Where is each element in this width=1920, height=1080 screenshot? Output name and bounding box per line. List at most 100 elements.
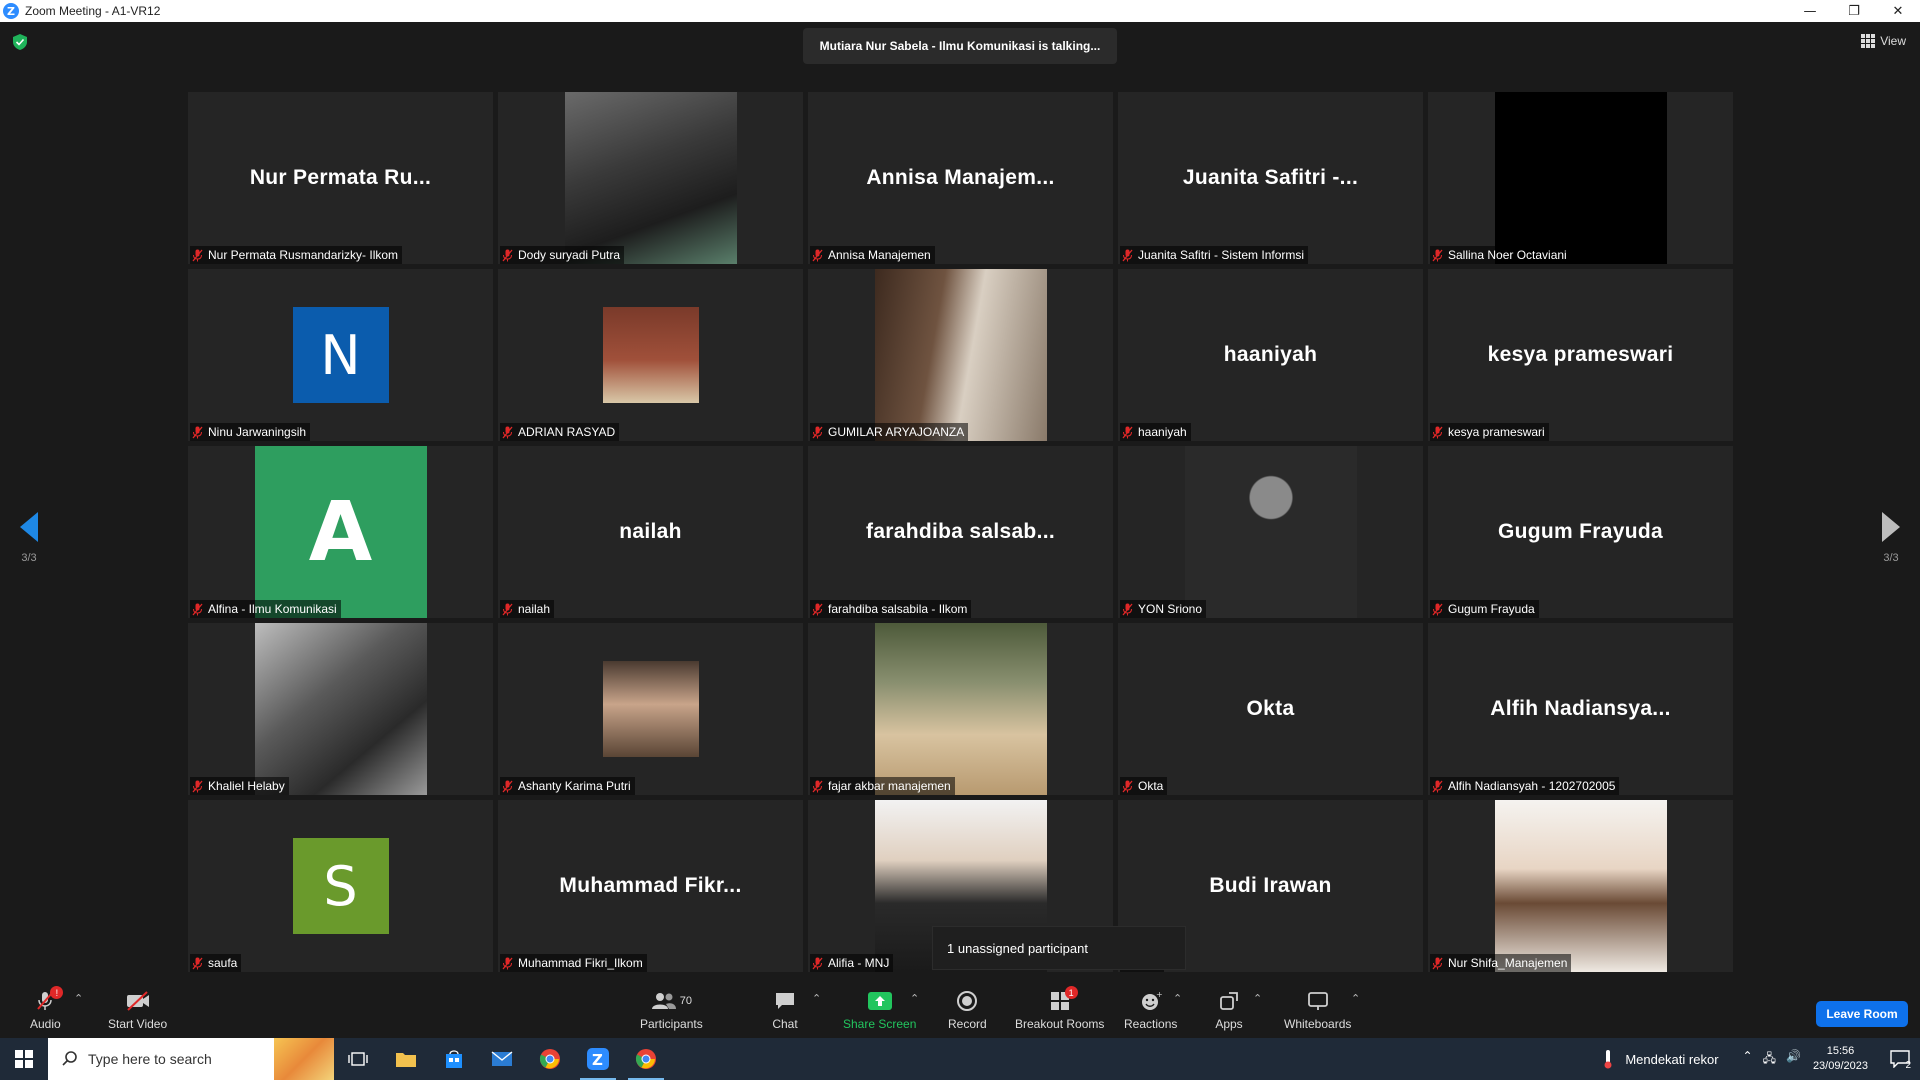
participant-tile[interactable]: YON Sriono (1118, 446, 1423, 618)
participant-tile[interactable]: Okta Okta (1118, 623, 1423, 795)
participant-display-name: Gugum Frayuda (1498, 520, 1663, 543)
record-button[interactable]: Record (948, 990, 987, 1031)
audio-button[interactable]: ! Audio (30, 986, 64, 1031)
taskbar-chrome[interactable] (526, 1038, 574, 1080)
participant-tile[interactable]: kesya prameswari kesya prameswari (1428, 269, 1733, 441)
whiteboards-button[interactable]: Whiteboards (1284, 990, 1351, 1031)
avatar-initial: N (292, 307, 389, 403)
weather-widget[interactable]: Mendekati rekor (1601, 1049, 1719, 1069)
thermometer-icon (1604, 1050, 1612, 1069)
participant-name: Alifia - MNJ (828, 956, 890, 970)
participant-name: Juanita Safitri - Sistem Informsi (1138, 248, 1305, 262)
participant-tile[interactable]: Gugum Frayuda Gugum Frayuda (1428, 446, 1733, 618)
participant-tile[interactable]: GUMILAR ARYAJOANZA (808, 269, 1113, 441)
participant-name: Annisa Manajemen (828, 248, 931, 262)
participant-tile[interactable]: ADRIAN RASYAD (498, 269, 803, 441)
participant-photo (564, 92, 737, 264)
participants-button[interactable]: 70 Participants (640, 990, 703, 1031)
taskbar-clock[interactable]: 15:56 23/09/2023 (1813, 1044, 1868, 1074)
taskbar-search-box[interactable]: Type here to search (48, 1038, 334, 1080)
taskbar-store[interactable] (430, 1038, 478, 1080)
participant-tile[interactable]: Juanita Safitri -... Juanita Safitri - Si… (1118, 92, 1423, 264)
restore-button[interactable]: ❐ (1832, 0, 1876, 22)
view-button[interactable]: View (1861, 34, 1906, 48)
participant-tile[interactable]: haaniyah haaniyah (1118, 269, 1423, 441)
task-view-icon (348, 1052, 368, 1066)
windows-logo-icon (15, 1050, 33, 1068)
participant-tile[interactable]: farahdiba salsab... farahdiba salsabila -… (808, 446, 1113, 618)
reactions-button[interactable]: + Reactions (1124, 990, 1177, 1031)
notification-center-button[interactable]: 2 (1880, 1038, 1920, 1080)
chat-button[interactable]: Chat (771, 990, 799, 1031)
whiteboards-options-caret-icon[interactable]: ⌃ (1351, 992, 1360, 1005)
participant-display-name: Muhammad Fikr... (559, 874, 742, 897)
clock-time: 15:56 (1826, 1045, 1855, 1057)
taskbar-zoom[interactable]: Z (574, 1038, 622, 1080)
apps-label: Apps (1215, 1017, 1243, 1031)
participants-count: 70 (679, 995, 692, 1007)
participant-tile[interactable]: fajar akbar manajemen (808, 623, 1113, 795)
participant-tile[interactable]: Muhammad Fikr... Muhammad Fikri_Ilkom (498, 800, 803, 972)
start-video-button[interactable]: Start Video (108, 990, 167, 1031)
participant-display-name: haaniyah (1223, 343, 1318, 366)
clock-date: 23/09/2023 (1812, 1060, 1868, 1072)
participant-photo (874, 623, 1047, 795)
share-screen-button[interactable]: Share Screen (843, 990, 916, 1031)
participant-tile[interactable]: N Ninu Jarwaningsih (188, 269, 493, 441)
participant-name-label: Alfina - Ilmu Komunikasi (190, 600, 341, 618)
participant-tile[interactable]: Nur Shifa_Manajemen (1428, 800, 1733, 972)
apps-button[interactable]: Apps (1215, 990, 1243, 1031)
participant-name-label: Annisa Manajemen (810, 246, 935, 264)
audio-options-caret-icon[interactable]: ⌃ (74, 992, 83, 1005)
reactions-label: Reactions (1124, 1017, 1178, 1031)
participant-name-label: Ashanty Karima Putri (500, 777, 635, 795)
participant-tile[interactable]: Ssaufa (188, 800, 493, 972)
participant-name-label: GUMILAR ARYAJOANZA (810, 423, 969, 441)
show-hidden-icons-chevron-icon[interactable]: ⌃ (1743, 1049, 1753, 1070)
volume-icon[interactable]: 🔊 (1786, 1049, 1801, 1070)
participant-name: Khaliel Helaby (208, 779, 285, 793)
previous-page-button[interactable]: 3/3 (14, 512, 44, 564)
share-screen-icon (867, 992, 892, 1010)
taskbar-chrome-2[interactable] (622, 1038, 670, 1080)
whiteboards-label: Whiteboards (1284, 1017, 1352, 1031)
leave-room-button[interactable]: Leave Room (1816, 1001, 1908, 1027)
muted-microphone-icon (192, 957, 203, 970)
network-icon[interactable]: 🖧 (1763, 1049, 1776, 1070)
breakout-rooms-button[interactable]: 1 Breakout Rooms (1015, 986, 1104, 1031)
muted-microphone-icon (192, 249, 203, 262)
record-label: Record (948, 1017, 987, 1031)
participant-name-label: Muhammad Fikri_Ilkom (500, 954, 647, 972)
participant-tile[interactable]: Nur Permata Ru... Nur Permata Rusmandariz… (188, 92, 493, 264)
participant-tile[interactable]: Ashanty Karima Putri (498, 623, 803, 795)
svg-text:Z: Z (592, 1051, 603, 1069)
participant-tile[interactable]: Annisa Manajem... Annisa Manajemen (808, 92, 1113, 264)
participant-tile[interactable]: Dody suryadi Putra (498, 92, 803, 264)
participant-name-label: Nur Shifa_Manajemen (1430, 954, 1572, 972)
participant-name: Gugum Frayuda (1448, 602, 1535, 616)
apps-options-caret-icon[interactable]: ⌃ (1253, 992, 1262, 1005)
security-shield-icon[interactable] (13, 34, 27, 50)
participant-tile[interactable]: Khaliel Helaby (188, 623, 493, 795)
share-options-caret-icon[interactable]: ⌃ (910, 992, 919, 1005)
participant-name: Ninu Jarwaningsih (208, 425, 307, 439)
participant-tile[interactable]: Alfih Nadiansya... Alfih Nadiansyah - 120… (1428, 623, 1733, 795)
next-page-button[interactable]: 3/3 (1876, 512, 1906, 564)
task-view-button[interactable] (334, 1038, 382, 1080)
search-highlight-image (274, 1038, 334, 1080)
participant-tile[interactable]: A Alfina - Ilmu Komunikasi (188, 446, 493, 618)
participant-name-label: Khaliel Helaby (190, 777, 289, 795)
start-button[interactable] (0, 1038, 48, 1080)
muted-microphone-icon (1432, 426, 1443, 439)
participant-name: saufa (208, 956, 238, 970)
close-button[interactable]: ✕ (1876, 0, 1920, 22)
participant-tile[interactable]: Sallina Noer Octaviani (1428, 92, 1733, 264)
participant-tile[interactable]: nailah nailah (498, 446, 803, 618)
minimize-button[interactable]: — (1788, 0, 1832, 22)
taskbar-mail[interactable] (478, 1038, 526, 1080)
share-screen-label: Share Screen (843, 1017, 917, 1031)
chat-options-caret-icon[interactable]: ⌃ (812, 992, 821, 1005)
view-label: View (1880, 34, 1906, 48)
reactions-options-caret-icon[interactable]: ⌃ (1173, 992, 1182, 1005)
taskbar-file-explorer[interactable] (382, 1038, 430, 1080)
